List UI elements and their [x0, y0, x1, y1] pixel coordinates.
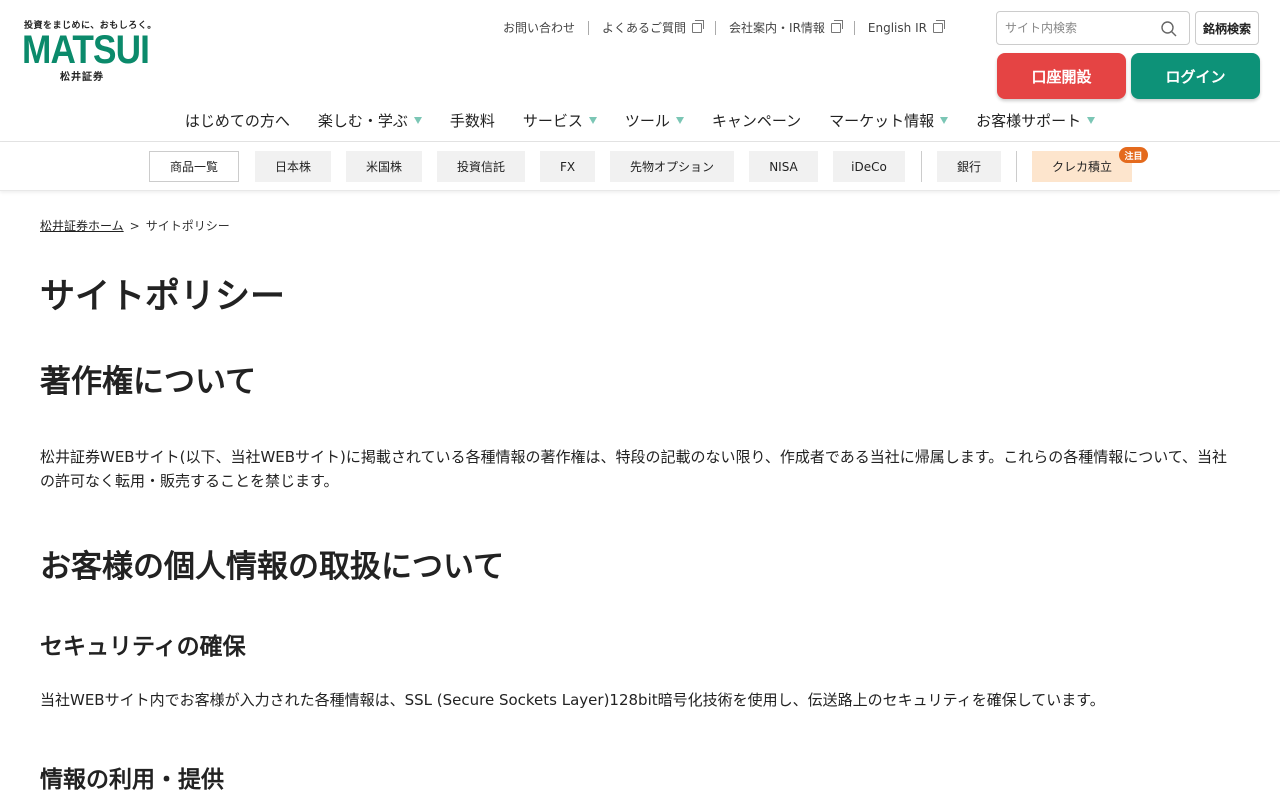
copyright-paragraph: 松井証券WEBサイト(以下、当社WEBサイト)に掲載されている各種情報の著作権は… — [40, 448, 1228, 490]
nav-item-learn[interactable]: 楽しむ・学ぶ — [318, 110, 422, 131]
subnav-nisa[interactable]: NISA — [749, 151, 818, 182]
subnav-divider — [1016, 151, 1017, 182]
caret-down-icon — [1087, 116, 1096, 124]
util-link-label: お問い合わせ — [503, 21, 576, 35]
util-link-english-ir[interactable]: English IR — [853, 20, 956, 35]
breadcrumb: 松井証券ホーム > サイトポリシー — [40, 217, 230, 234]
featured-badge: 注目 — [1119, 147, 1148, 163]
nav-item-label: お客様サポート — [976, 111, 1082, 130]
caret-down-icon — [675, 116, 684, 124]
util-link-company-ir[interactable]: 会社案内・IR情報 — [715, 20, 854, 35]
subnav-futures-options[interactable]: 先物オプション — [610, 151, 734, 182]
site-search-input[interactable] — [1005, 18, 1155, 38]
caret-down-icon — [940, 116, 949, 124]
logo-company-name: 松井証券 — [60, 72, 104, 83]
site-header: 投資をまじめに、おもしろく。 MATSUI 松井証券 お問い合わせ よくあるご質… — [0, 0, 1280, 142]
product-sub-nav: 商品一覧 日本株 米国株 投資信託 FX 先物オプション NISA iDeCo … — [0, 142, 1280, 191]
site-search-box — [996, 11, 1190, 45]
breadcrumb-home-link[interactable]: 松井証券ホーム — [40, 217, 124, 234]
breadcrumb-current: サイトポリシー — [145, 219, 230, 233]
subnav-products[interactable]: 商品一覧 — [149, 151, 239, 182]
util-link-label: 会社案内・IR情報 — [729, 21, 825, 35]
page-title: サイトポリシー — [40, 277, 286, 317]
external-link-icon — [932, 20, 945, 33]
subnav-us-stocks[interactable]: 米国株 — [346, 151, 422, 182]
nav-item-fees[interactable]: 手数料 — [450, 110, 495, 131]
nav-item-label: マーケット情報 — [829, 111, 935, 130]
matsui-logo[interactable]: 投資をまじめに、おもしろく。 MATSUI 松井証券 — [22, 18, 156, 83]
nav-item-services[interactable]: サービス — [523, 110, 597, 131]
external-link-icon — [830, 20, 843, 33]
nav-item-tools[interactable]: ツール — [625, 110, 684, 131]
nav-item-label: サービス — [522, 111, 583, 130]
open-account-button[interactable]: 口座開設 — [997, 53, 1126, 99]
ticker-search-button[interactable]: 銘柄検索 — [1195, 11, 1259, 45]
subnav-bank[interactable]: 銀行 — [937, 151, 1001, 182]
subnav-ideco[interactable]: iDeCo — [833, 151, 905, 182]
nav-item-label: はじめての方へ — [184, 111, 290, 130]
nav-item-label: 楽しむ・学ぶ — [317, 111, 408, 130]
util-link-label: English IR — [867, 21, 927, 35]
util-link-contact[interactable]: お問い合わせ — [490, 21, 588, 35]
nav-item-support[interactable]: お客様サポート — [976, 110, 1096, 131]
search-icon[interactable] — [1160, 20, 1178, 38]
nav-item-beginners[interactable]: はじめての方へ — [185, 110, 290, 131]
logo-wordmark: MATSUI — [22, 28, 150, 72]
subnav-card-investment[interactable]: クレカ積立 — [1032, 151, 1132, 182]
subnav-mutual-funds[interactable]: 投資信託 — [437, 151, 525, 182]
util-link-faq[interactable]: よくあるご質問 — [588, 20, 715, 35]
subnav-divider — [921, 151, 922, 182]
login-button[interactable]: ログイン — [1131, 53, 1260, 99]
external-link-icon — [692, 20, 705, 33]
nav-item-label: キャンペーン — [711, 111, 802, 130]
nav-item-market-info[interactable]: マーケット情報 — [829, 110, 949, 131]
main-nav: はじめての方へ 楽しむ・学ぶ 手数料 サービス ツール キャンペーン マーケット… — [0, 108, 1280, 132]
nav-item-campaigns[interactable]: キャンペーン — [712, 110, 801, 131]
copyright-heading: 著作権について — [40, 364, 257, 400]
breadcrumb-separator: > — [129, 218, 140, 233]
caret-down-icon — [588, 116, 597, 124]
subnav-fx[interactable]: FX — [540, 151, 595, 182]
security-heading: セキュリティの確保 — [40, 634, 246, 660]
privacy-heading: お客様の個人情報の取扱について — [40, 549, 505, 585]
nav-item-label: 手数料 — [449, 111, 495, 130]
utility-links: お問い合わせ よくあるご質問 会社案内・IR情報 English IR — [490, 20, 956, 36]
usage-heading: 情報の利用・提供 — [40, 767, 224, 793]
nav-item-label: ツール — [624, 111, 670, 130]
security-paragraph: 当社WEBサイト内でお客様が入力された各種情報は、SSL (Secure Soc… — [40, 691, 1105, 709]
util-link-label: よくあるご質問 — [602, 21, 687, 35]
subnav-japan-stocks[interactable]: 日本株 — [255, 151, 331, 182]
caret-down-icon — [413, 116, 422, 124]
